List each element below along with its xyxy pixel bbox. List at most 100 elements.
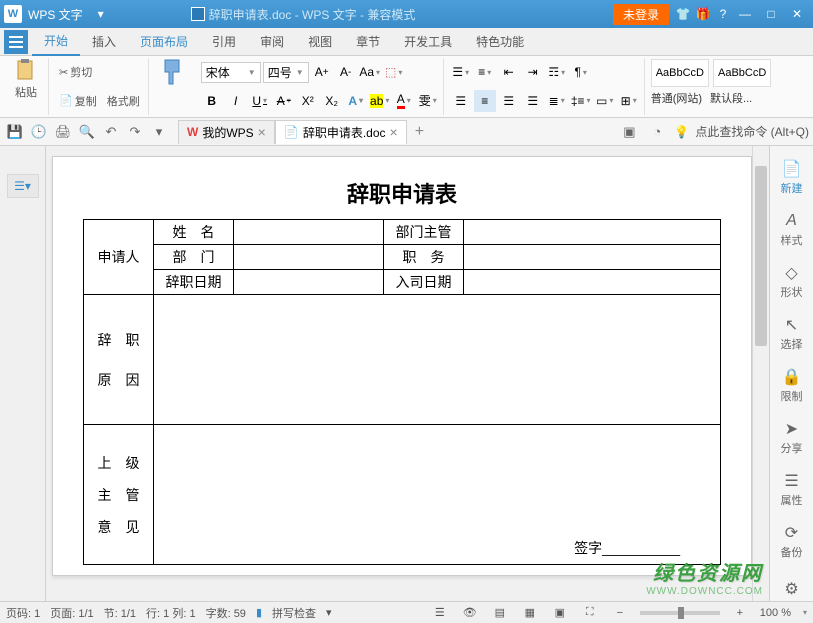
cell-reason-value[interactable] bbox=[154, 295, 721, 425]
sb-pageno[interactable]: 页码: 1 bbox=[6, 605, 40, 621]
sort-button[interactable]: ☶▾ bbox=[546, 61, 568, 83]
numbering-button[interactable]: ≡▾ bbox=[474, 61, 496, 83]
sidebar-select[interactable]: ↖选择 bbox=[773, 310, 811, 358]
doc-tab-current[interactable]: 📄 辞职申请表.doc × bbox=[275, 120, 407, 144]
increase-indent-button[interactable]: ⇥ bbox=[522, 61, 544, 83]
decrease-font-button[interactable]: A- bbox=[335, 61, 357, 83]
sb-line[interactable]: 行: 1 列: 1 bbox=[146, 605, 196, 621]
tab-view[interactable]: 视图 bbox=[296, 28, 344, 55]
titlebar-dropdown-icon[interactable]: ▾ bbox=[91, 4, 111, 24]
shirt-icon[interactable]: 👕 bbox=[673, 4, 693, 24]
cell-resigndate-value[interactable] bbox=[234, 270, 384, 295]
format-painter-big[interactable] bbox=[155, 58, 191, 86]
clear-format-button[interactable]: ⬚▾ bbox=[383, 61, 405, 83]
tab-insert[interactable]: 插入 bbox=[80, 28, 128, 55]
history-button[interactable]: 🕒 bbox=[28, 121, 50, 143]
sb-spell-toggle[interactable]: ▾ bbox=[326, 606, 332, 619]
redo-button[interactable]: ↷ bbox=[124, 121, 146, 143]
zoom-thumb[interactable] bbox=[678, 607, 684, 619]
tab-layout[interactable]: 页面布局 bbox=[128, 28, 200, 55]
bullets-button[interactable]: ☰▾ bbox=[450, 61, 472, 83]
highlight-button[interactable]: ab▾ bbox=[369, 90, 391, 112]
strike-button[interactable]: A▾ bbox=[273, 90, 295, 112]
close-tab-icon[interactable]: × bbox=[258, 124, 266, 140]
text-effect-button[interactable]: A▾ bbox=[345, 90, 367, 112]
tab-chapter[interactable]: 章节 bbox=[344, 28, 392, 55]
cell-joindate-value[interactable] bbox=[464, 270, 721, 295]
left-panel-button[interactable]: ☰▾ bbox=[7, 174, 39, 198]
align-left-button[interactable]: ☰ bbox=[450, 90, 472, 112]
sidebar-share[interactable]: ➤分享 bbox=[773, 414, 811, 462]
paste-button[interactable]: 粘贴 bbox=[8, 58, 44, 100]
format-painter-button[interactable]: 格式刷 bbox=[103, 91, 144, 111]
increase-font-button[interactable]: A+ bbox=[311, 61, 333, 83]
font-name-select[interactable]: 宋体▼ bbox=[201, 62, 261, 83]
print-preview-button[interactable]: 🔍 bbox=[76, 121, 98, 143]
maximize-button[interactable]: □ bbox=[759, 4, 783, 24]
shading-button[interactable]: ▭▾ bbox=[594, 90, 616, 112]
sidebar-style[interactable]: A样式 bbox=[773, 206, 811, 254]
main-menu-button[interactable] bbox=[4, 30, 28, 54]
sb-words[interactable]: 字数: 59 bbox=[206, 605, 246, 621]
align-right-button[interactable]: ☰ bbox=[498, 90, 520, 112]
cell-position-value[interactable] bbox=[464, 245, 721, 270]
document-canvas[interactable]: 辞职申请表 申请人 姓 名 部门主管 部 门 职 务 辞职日期 bbox=[46, 146, 752, 601]
close-button[interactable]: ✕ bbox=[785, 4, 809, 24]
save-button[interactable]: 💾 bbox=[4, 121, 26, 143]
sidebar-attr[interactable]: ☰属性 bbox=[773, 466, 811, 514]
sb-section[interactable]: 节: 1/1 bbox=[104, 605, 136, 621]
docinfo-button[interactable]: ◔ bbox=[646, 121, 668, 143]
italic-button[interactable]: I bbox=[225, 90, 247, 112]
zoom-value[interactable]: 100 % bbox=[760, 607, 791, 619]
add-tab-button[interactable]: + bbox=[407, 120, 432, 144]
font-color-button[interactable]: A▾ bbox=[393, 90, 415, 112]
cell-depthead-value[interactable] bbox=[464, 220, 721, 245]
cut-button[interactable]: ✂剪切 bbox=[55, 62, 96, 82]
cell-supervisor-value[interactable]: 签字__________ bbox=[154, 425, 721, 565]
sb-spell[interactable]: 拼写检查 bbox=[272, 605, 316, 621]
sidebar-new[interactable]: 📄新建 bbox=[773, 154, 811, 202]
tab-special[interactable]: 特色功能 bbox=[464, 28, 536, 55]
border-button[interactable]: ⊞▾ bbox=[618, 90, 640, 112]
undo-button[interactable]: ↶ bbox=[100, 121, 122, 143]
decrease-indent-button[interactable]: ⇤ bbox=[498, 61, 520, 83]
close-tab-icon[interactable]: × bbox=[390, 124, 398, 140]
gift-icon[interactable]: 🎁 bbox=[693, 4, 713, 24]
login-button[interactable]: 未登录 bbox=[613, 4, 669, 25]
sidebar-settings[interactable]: ⚙ bbox=[773, 574, 811, 604]
align-center-button[interactable]: ≡ bbox=[474, 90, 496, 112]
superscript-button[interactable]: X² bbox=[297, 90, 319, 112]
line-spacing-button[interactable]: ‡≡▾ bbox=[570, 90, 592, 112]
sidebar-backup[interactable]: ⟳备份 bbox=[773, 518, 811, 566]
bold-button[interactable]: B bbox=[201, 90, 223, 112]
doc-tab-mywps[interactable]: W 我的WPS × bbox=[178, 120, 275, 144]
cell-dept-value[interactable] bbox=[234, 245, 384, 270]
phonetic-button[interactable]: 雯▾ bbox=[417, 90, 439, 112]
distribute-button[interactable]: ≣▾ bbox=[546, 90, 568, 112]
justify-button[interactable]: ☰ bbox=[522, 90, 544, 112]
copy-button[interactable]: 📄复制 bbox=[55, 91, 101, 111]
change-case-button[interactable]: Aa▾ bbox=[359, 61, 381, 83]
style-preview-2[interactable]: AaBbCcD bbox=[713, 59, 771, 87]
scroll-thumb[interactable] bbox=[755, 166, 767, 346]
help-icon[interactable]: ? bbox=[713, 4, 733, 24]
tab-start[interactable]: 开始 bbox=[32, 27, 80, 56]
qat-dropdown[interactable]: ▾ bbox=[148, 121, 170, 143]
minimize-ribbon-button[interactable]: ▣ bbox=[618, 121, 640, 143]
tab-reference[interactable]: 引用 bbox=[200, 28, 248, 55]
style-preview-1[interactable]: AaBbCcD bbox=[651, 59, 709, 87]
tab-devtools[interactable]: 开发工具 bbox=[392, 28, 464, 55]
underline-button[interactable]: U▾ bbox=[249, 90, 271, 112]
font-size-select[interactable]: 四号▼ bbox=[263, 62, 309, 83]
zoom-slider[interactable] bbox=[640, 611, 720, 615]
print-button[interactable]: 🖨 bbox=[52, 121, 74, 143]
vertical-scrollbar[interactable] bbox=[752, 146, 769, 601]
search-hint[interactable]: 点此查找命令 (Alt+Q) bbox=[695, 123, 809, 140]
subscript-button[interactable]: X₂ bbox=[321, 90, 343, 112]
sidebar-shape[interactable]: ◇形状 bbox=[773, 258, 811, 306]
sb-page[interactable]: 页面: 1/1 bbox=[50, 605, 93, 621]
cell-name-value[interactable] bbox=[234, 220, 384, 245]
sidebar-limit[interactable]: 🔒限制 bbox=[773, 362, 811, 410]
minimize-button[interactable]: — bbox=[733, 4, 757, 24]
tab-review[interactable]: 审阅 bbox=[248, 28, 296, 55]
